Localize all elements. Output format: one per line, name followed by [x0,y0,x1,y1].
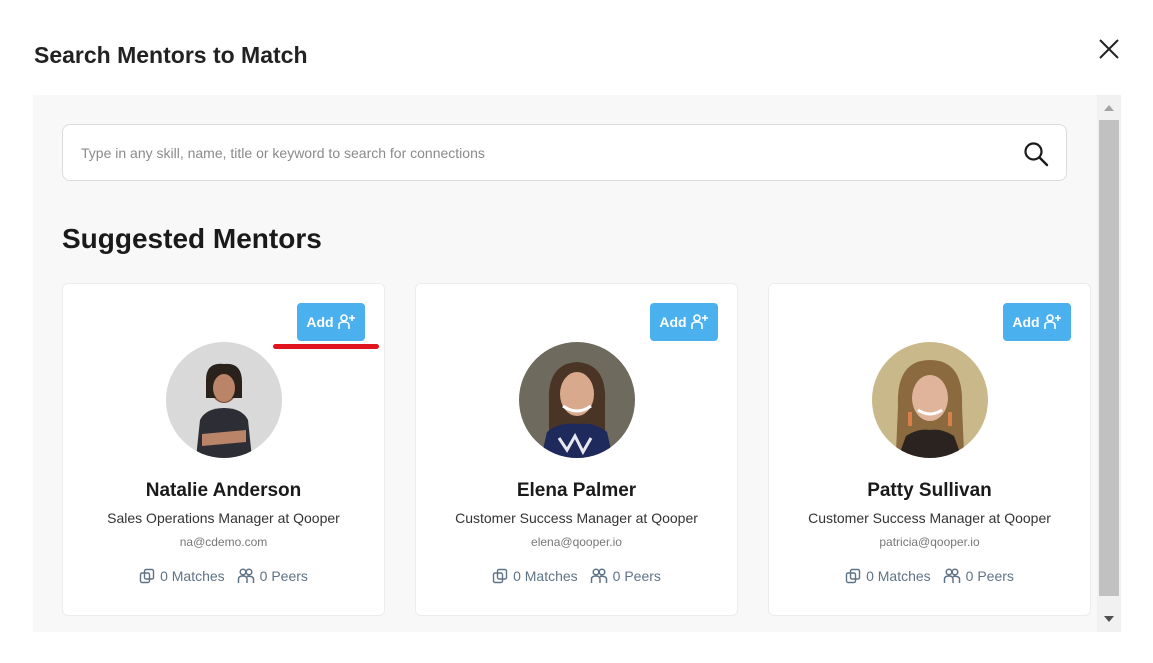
scroll-down-icon [1104,616,1114,622]
matches-count: 0 Matches [513,568,578,584]
add-button-label: Add [1012,314,1040,330]
mentor-role: Customer Success Manager at Qooper [808,510,1051,526]
section-title: Suggested Mentors [62,223,322,254]
peers-stat[interactable]: 0 Peers [590,568,661,584]
highlight-underline [273,344,379,349]
peers-stat[interactable]: 0 Peers [237,568,308,584]
matches-count: 0 Matches [866,568,931,584]
avatar-image [872,342,988,458]
matches-icon [492,568,508,584]
peers-stat[interactable]: 0 Peers [943,568,1014,584]
modal-content: Suggested Mentors Add Natalie Anderson S… [33,95,1121,632]
scroll-up-icon [1104,105,1114,111]
peers-icon [237,568,254,583]
matches-stat[interactable]: 0 Matches [492,568,578,584]
add-mentor-button[interactable]: Add [1003,303,1071,341]
search-box [62,124,1067,181]
mentor-role: Customer Success Manager at Qooper [455,510,698,526]
peers-icon [590,568,607,583]
scroll-up-button[interactable] [1097,99,1121,117]
matches-icon [845,568,861,584]
scrollbar-thumb[interactable] [1099,120,1119,596]
matches-stat[interactable]: 0 Matches [845,568,931,584]
avatar-image [519,342,635,458]
add-mentor-button[interactable]: Add [650,303,718,341]
avatar-image [166,342,282,458]
add-user-icon [690,314,708,329]
mentor-email: elena@qooper.io [531,535,622,549]
add-button-label: Add [306,314,334,330]
mentor-card: Add Patty Sullivan Customer Success Mana… [768,283,1091,616]
search-icon[interactable] [1023,141,1049,167]
add-user-icon [1043,314,1061,329]
mentor-email: na@cdemo.com [179,535,268,549]
matches-count: 0 Matches [160,568,225,584]
mentor-name[interactable]: Patty Sullivan [769,480,1090,502]
peers-count: 0 Peers [965,568,1014,584]
add-mentor-button[interactable]: Add [297,303,365,341]
scrollbar[interactable] [1097,95,1121,632]
peers-icon [943,568,960,583]
modal-title: Search Mentors to Match [34,42,308,68]
peers-count: 0 Peers [259,568,308,584]
close-icon [1099,39,1119,59]
matches-icon [139,568,155,584]
mentor-stats: 0 Matches 0 Peers [63,568,384,584]
mentor-name[interactable]: Natalie Anderson [63,480,384,502]
search-input[interactable] [81,125,1011,180]
mentor-card: Add Elena Palmer Customer Success Manage… [415,283,738,616]
avatar[interactable] [166,342,282,458]
add-user-icon [337,314,355,329]
avatar[interactable] [872,342,988,458]
mentor-name[interactable]: Elena Palmer [416,480,737,502]
matches-stat[interactable]: 0 Matches [139,568,225,584]
mentor-email: patricia@qooper.io [879,535,980,549]
add-button-label: Add [659,314,687,330]
scroll-down-button[interactable] [1097,610,1121,628]
close-button[interactable] [1094,34,1124,64]
avatar[interactable] [519,342,635,458]
mentor-stats: 0 Matches 0 Peers [769,568,1090,584]
mentor-role: Sales Operations Manager at Qooper [107,510,340,526]
peers-count: 0 Peers [612,568,661,584]
mentor-card: Add Natalie Anderson Sales Operations Ma… [62,283,385,616]
mentor-stats: 0 Matches 0 Peers [416,568,737,584]
